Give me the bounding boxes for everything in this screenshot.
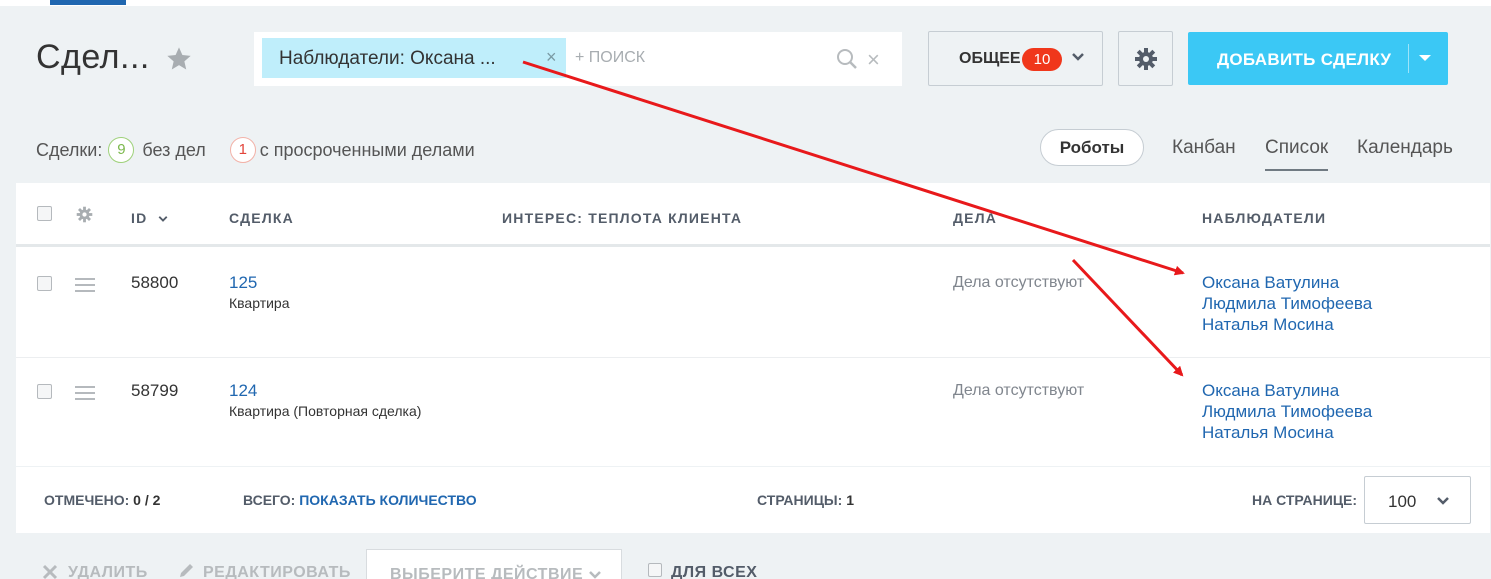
- grid-footer: ОТМЕЧЕНО: 0 / 2 ВСЕГО: ПОКАЗАТЬ КОЛИЧЕСТ…: [16, 467, 1490, 533]
- general-button-label: ОБЩЕЕ: [959, 50, 1021, 67]
- deal-link[interactable]: 125: [229, 273, 257, 293]
- observers-list: Оксана Ватулина Людмила Тимофеева Наталь…: [1202, 272, 1372, 335]
- for-all-label: ДЛЯ ВСЕХ: [671, 564, 758, 579]
- marked-label: ОТМЕЧЕНО:: [44, 492, 130, 508]
- deal-link[interactable]: 124: [229, 381, 257, 401]
- robots-button[interactable]: Роботы: [1040, 129, 1144, 166]
- filter-chip[interactable]: Наблюдатели: Оксана ... ×: [262, 38, 566, 78]
- chevron-down-icon: [1437, 497, 1449, 505]
- column-settings-icon[interactable]: [76, 206, 93, 223]
- action-select[interactable]: ВЫБЕРИТЕ ДЕЙСТВИЕ: [366, 549, 622, 579]
- show-count-link[interactable]: ПОКАЗАТЬ КОЛИЧЕСТВО: [299, 492, 476, 508]
- table-row[interactable]: 58799 124 Квартира (Повторная сделка) Де…: [16, 358, 1490, 466]
- deal-id: 58799: [131, 381, 179, 400]
- pages-label: СТРАНИЦЫ:: [757, 492, 843, 508]
- column-header-observers[interactable]: НАБЛЮДАТЕЛИ: [1202, 210, 1326, 226]
- edit-button[interactable]: РЕДАКТИРОВАТЬ: [203, 564, 351, 579]
- pages-counter: СТРАНИЦЫ: 1: [757, 492, 854, 508]
- delete-icon: [42, 564, 58, 579]
- column-header-deal[interactable]: СДЕЛКА: [229, 210, 294, 226]
- table-row[interactable]: 58800 125 Квартира Дела отсутствуют Окса…: [16, 250, 1490, 358]
- grid-header: ID СДЕЛКА ИНТЕРЕС: ТЕПЛОТА КЛИЕНТА ДЕЛА …: [16, 183, 1490, 247]
- no-tasks-count[interactable]: 9: [108, 137, 135, 163]
- column-header-interest[interactable]: ИНТЕРЕС: ТЕПЛОТА КЛИЕНТА: [502, 210, 742, 226]
- delete-button[interactable]: УДАЛИТЬ: [68, 564, 148, 579]
- row-checkbox[interactable]: [37, 276, 52, 291]
- per-page-label: НА СТРАНИЦЕ:: [1252, 492, 1358, 508]
- top-strip: [0, 0, 1491, 6]
- column-header-tasks[interactable]: ДЕЛА: [953, 210, 997, 226]
- pages-value[interactable]: 1: [846, 492, 854, 508]
- overdue-count[interactable]: 1: [229, 137, 256, 163]
- overdue-label[interactable]: с просроченными делами: [260, 140, 475, 161]
- chevron-down-icon: [589, 571, 601, 579]
- select-all-checkbox[interactable]: [37, 206, 52, 221]
- per-page-value: 100: [1388, 492, 1417, 511]
- action-bar: УДАЛИТЬ РЕДАКТИРОВАТЬ ВЫБЕРИТЕ ДЕЙСТВИЕ …: [0, 540, 1491, 579]
- chip-close-icon[interactable]: ×: [546, 47, 557, 68]
- active-tab-indicator: [50, 0, 126, 5]
- total-counter: ВСЕГО: ПОКАЗАТЬ КОЛИЧЕСТВО: [243, 492, 477, 508]
- button-divider: [1408, 44, 1409, 73]
- observer-link[interactable]: Людмила Тимофеева: [1202, 293, 1372, 314]
- column-header-id-label: ID: [131, 210, 148, 226]
- counter-badge: 10: [1022, 48, 1062, 71]
- add-deal-label: ДОБАВИТЬ СДЕЛКУ: [1217, 50, 1392, 69]
- tab-kanban[interactable]: Канбан: [1172, 137, 1236, 159]
- gear-icon: [1135, 48, 1157, 70]
- action-select-value: ВЫБЕРИТЕ ДЕЙСТВИЕ: [390, 566, 584, 579]
- search-box[interactable]: Наблюдатели: Оксана ... × + поиск ×: [254, 32, 902, 86]
- tab-calendar[interactable]: Календарь: [1357, 137, 1453, 159]
- no-tasks-label[interactable]: без дел: [142, 140, 205, 161]
- observers-list: Оксана Ватулина Людмила Тимофеева Наталь…: [1202, 380, 1372, 443]
- tab-list[interactable]: Список: [1265, 137, 1329, 171]
- for-all-checkbox[interactable]: [648, 563, 662, 577]
- observer-link[interactable]: Людмила Тимофеева: [1202, 401, 1372, 422]
- search-input[interactable]: + поиск: [575, 49, 645, 67]
- deal-type: Квартира: [229, 295, 290, 311]
- pencil-icon: [180, 564, 193, 577]
- row-menu-icon[interactable]: [75, 278, 95, 296]
- chevron-down-icon: [1072, 53, 1084, 61]
- deal-id: 58800: [131, 273, 179, 292]
- deal-tasks: Дела отсутствуют: [953, 274, 1085, 291]
- deals-label: Сделки:: [36, 139, 103, 160]
- observer-link[interactable]: Оксана Ватулина: [1202, 380, 1372, 401]
- observer-link[interactable]: Оксана Ватулина: [1202, 272, 1372, 293]
- deal-tasks: Дела отсутствуют: [953, 382, 1085, 399]
- general-filter-button[interactable]: ОБЩЕЕ 10: [928, 31, 1103, 86]
- observer-link[interactable]: Наталья Мосина: [1202, 422, 1372, 443]
- per-page-select[interactable]: 100: [1364, 476, 1471, 524]
- search-icon[interactable]: [836, 48, 858, 70]
- row-checkbox[interactable]: [37, 384, 52, 399]
- sort-chevron-icon: [158, 216, 167, 223]
- deal-counters: Сделки: 9 без дел 1 с просроченными дела…: [36, 137, 481, 163]
- marked-value: 0 / 2: [133, 492, 161, 508]
- page-title: Сдел...: [36, 38, 150, 76]
- star-icon[interactable]: [165, 45, 193, 73]
- add-deal-button[interactable]: ДОБАВИТЬ СДЕЛКУ: [1188, 32, 1448, 85]
- settings-button[interactable]: [1118, 31, 1173, 86]
- row-menu-icon[interactable]: [75, 386, 95, 404]
- total-label: ВСЕГО:: [243, 492, 296, 508]
- deal-type: Квартира (Повторная сделка): [229, 403, 422, 419]
- clear-icon[interactable]: ×: [867, 47, 880, 73]
- deals-grid: ID СДЕЛКА ИНТЕРЕС: ТЕПЛОТА КЛИЕНТА ДЕЛА …: [16, 183, 1490, 466]
- filter-chip-label: Наблюдатели: Оксана ...: [279, 48, 496, 69]
- observer-link[interactable]: Наталья Мосина: [1202, 314, 1372, 335]
- column-header-id[interactable]: ID: [131, 210, 169, 226]
- dropdown-arrow-icon[interactable]: [1419, 55, 1431, 61]
- marked-counter: ОТМЕЧЕНО: 0 / 2: [44, 492, 160, 508]
